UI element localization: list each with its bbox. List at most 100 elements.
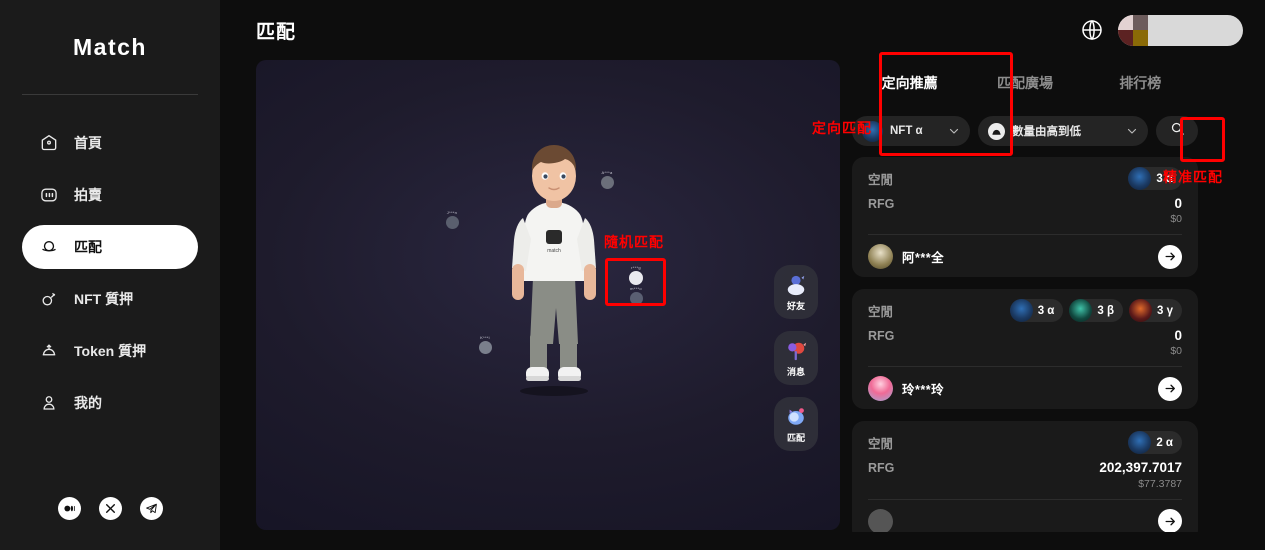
go-button[interactable] bbox=[1158, 509, 1182, 532]
mini-avatar-nametag: J***n bbox=[446, 210, 458, 215]
floater-friends[interactable]: 好友 bbox=[774, 265, 818, 319]
nft-badge: 3 γ bbox=[1129, 299, 1182, 323]
user-name: 阿***全 bbox=[902, 251, 945, 266]
panel-filters: NFT α 數量由高到低 bbox=[852, 116, 1198, 146]
card-user-row: 阿***全 bbox=[868, 235, 1182, 270]
sidebar-item-match[interactable]: 匹配 bbox=[22, 225, 198, 269]
sidebar-item-token-stake[interactable]: Token 質押 bbox=[22, 329, 198, 373]
card-status-row: 空閒 3 α 3 β 3 γ bbox=[868, 299, 1182, 323]
tab-label: 排行榜 bbox=[1119, 75, 1162, 91]
amount-value: 0 bbox=[1174, 328, 1182, 344]
medium-icon[interactable] bbox=[57, 497, 81, 520]
sidebar-item-label: NFT 質押 bbox=[74, 291, 134, 307]
mini-avatar-body bbox=[478, 341, 492, 354]
list-item[interactable]: 空閒 3 α RFG 0 $0 阿***全 bbox=[852, 157, 1198, 278]
nft-stake-icon bbox=[38, 288, 60, 310]
nft-badge: 3 α bbox=[1009, 299, 1064, 323]
search-icon bbox=[1170, 121, 1185, 141]
go-button[interactable] bbox=[1158, 376, 1182, 401]
right-panel: 定向推薦 匹配廣場 排行榜 NFT α 數量由高到低 空閒 3 α RFG 0 … bbox=[840, 60, 1220, 550]
amount-label: RFG bbox=[868, 197, 895, 211]
amount-value: 0 bbox=[1174, 196, 1182, 211]
social-links bbox=[0, 497, 220, 520]
floater-match[interactable]: 匹配 bbox=[774, 397, 818, 451]
nft-badge: 2 α bbox=[1128, 431, 1182, 455]
globe-icon[interactable] bbox=[1080, 18, 1104, 42]
sidebar-item-profile[interactable]: 我的 bbox=[22, 381, 198, 425]
page-title: 匹配 bbox=[256, 21, 297, 43]
top-bar: 匹配 bbox=[220, 0, 1265, 60]
amount-usd: $0 bbox=[1170, 345, 1182, 358]
mini-avatar[interactable]: J***n bbox=[441, 210, 463, 229]
nft-badge-label: 3 α bbox=[1156, 172, 1173, 185]
list-item[interactable]: 空閒 3 α 3 β 3 γ RFG 0 $0 玲***玲 bbox=[852, 289, 1198, 410]
sidebar-nav: 首頁 拍賣 匹配 NFT 質押 Token 質押 我的 bbox=[0, 121, 220, 425]
sidebar-item-label: 匹配 bbox=[74, 239, 102, 255]
nft-select-value: NFT α bbox=[890, 125, 923, 137]
mini-avatar[interactable]: m***o bbox=[625, 286, 647, 305]
nft-badge-label: 3 α bbox=[1037, 304, 1055, 317]
match-icon bbox=[783, 405, 809, 429]
match-list[interactable]: 空閒 3 α RFG 0 $0 阿***全 空閒 3 α 3 β 3 γ RFG… bbox=[852, 157, 1198, 532]
tab-label: 定向推薦 bbox=[881, 75, 938, 91]
card-user-row: 玲***玲 bbox=[868, 367, 1182, 402]
x-twitter-icon[interactable] bbox=[98, 497, 122, 520]
arrow-right-icon bbox=[1165, 384, 1175, 393]
nft-thumbnail bbox=[1128, 167, 1152, 190]
wallet-pill[interactable] bbox=[1118, 14, 1243, 46]
sidebar-divider bbox=[22, 94, 198, 95]
sidebar-item-label: 首頁 bbox=[74, 135, 102, 151]
tab-targeted-recommend[interactable]: 定向推薦 bbox=[852, 60, 968, 106]
brand-logo: Match bbox=[73, 30, 147, 64]
content-area: A***a J***n r***g K***i m***o match 好友 消… bbox=[220, 60, 1265, 550]
avatar-stage[interactable]: A***a J***n r***g K***i m***o match 好友 消… bbox=[256, 60, 840, 530]
sort-select[interactable]: 數量由高到低 bbox=[978, 116, 1148, 146]
tab-match-plaza[interactable]: 匹配廣場 bbox=[967, 60, 1082, 106]
go-button[interactable] bbox=[1158, 244, 1182, 269]
avatar bbox=[868, 508, 893, 532]
telegram-icon[interactable] bbox=[139, 497, 163, 520]
amount-value: 202,397.7017 bbox=[1099, 460, 1182, 476]
stage-floating-buttons: 好友 消息 匹配 bbox=[774, 265, 818, 451]
nft-select[interactable]: NFT α bbox=[852, 116, 970, 146]
nft-thumbnail bbox=[1069, 299, 1093, 323]
nft-badge-label: 3 β bbox=[1097, 304, 1114, 317]
sidebar-item-auction[interactable]: 拍賣 bbox=[22, 173, 198, 217]
card-status-row: 空閒 3 α bbox=[868, 167, 1182, 190]
card-amount-row: RFG 0 $0 bbox=[868, 328, 1182, 358]
sidebar-item-nft-stake[interactable]: NFT 質押 bbox=[22, 277, 198, 321]
sort-select-value: 數量由高到低 bbox=[1012, 126, 1081, 138]
mini-avatar-body bbox=[445, 216, 459, 229]
nft-badge: 3 α bbox=[1128, 167, 1182, 190]
token-stake-icon bbox=[38, 340, 60, 362]
tab-leaderboard[interactable]: 排行榜 bbox=[1083, 60, 1198, 106]
card-user-row bbox=[868, 500, 1182, 532]
sidebar: Match 首頁 拍賣 匹配 NFT 質押 Token 質押 我的 bbox=[0, 0, 220, 550]
chevron-down-icon bbox=[1126, 125, 1138, 137]
amount-values: 202,397.7017 $77.3787 bbox=[1099, 460, 1182, 490]
auction-icon bbox=[38, 184, 60, 206]
floater-messages[interactable]: 消息 bbox=[774, 331, 818, 385]
status-badge: 空閒 bbox=[868, 305, 894, 320]
sidebar-item-label: Token 質押 bbox=[74, 343, 147, 359]
planet-icon bbox=[38, 236, 60, 258]
user-name: 玲***玲 bbox=[902, 383, 945, 398]
card-amount-row: RFG 202,397.7017 $77.3787 bbox=[868, 460, 1182, 490]
match-avatar[interactable]: match bbox=[499, 138, 609, 398]
amount-values: 0 $0 bbox=[1170, 196, 1182, 226]
app-root: Match 首頁 拍賣 匹配 NFT 質押 Token 質押 我的 匹配 A**… bbox=[0, 0, 1265, 550]
avatar bbox=[868, 244, 893, 270]
nft-badges: 2 α bbox=[1128, 431, 1182, 455]
search-button[interactable] bbox=[1156, 116, 1198, 146]
arrow-right-icon bbox=[1165, 252, 1175, 261]
mini-avatar[interactable]: K***i bbox=[474, 335, 496, 354]
sidebar-item-home[interactable]: 首頁 bbox=[22, 121, 198, 165]
nft-badges: 3 α bbox=[1128, 167, 1182, 190]
mini-avatar-random[interactable]: r***g bbox=[625, 265, 647, 285]
status-badge: 空閒 bbox=[868, 437, 894, 452]
list-item[interactable]: 空閒 2 α RFG 202,397.7017 $77.3787 bbox=[852, 421, 1198, 532]
coin-icon bbox=[988, 122, 1005, 140]
sidebar-item-label: 拍賣 bbox=[74, 187, 102, 203]
amount-usd: $0 bbox=[1170, 213, 1182, 226]
card-amount-row: RFG 0 $0 bbox=[868, 196, 1182, 226]
